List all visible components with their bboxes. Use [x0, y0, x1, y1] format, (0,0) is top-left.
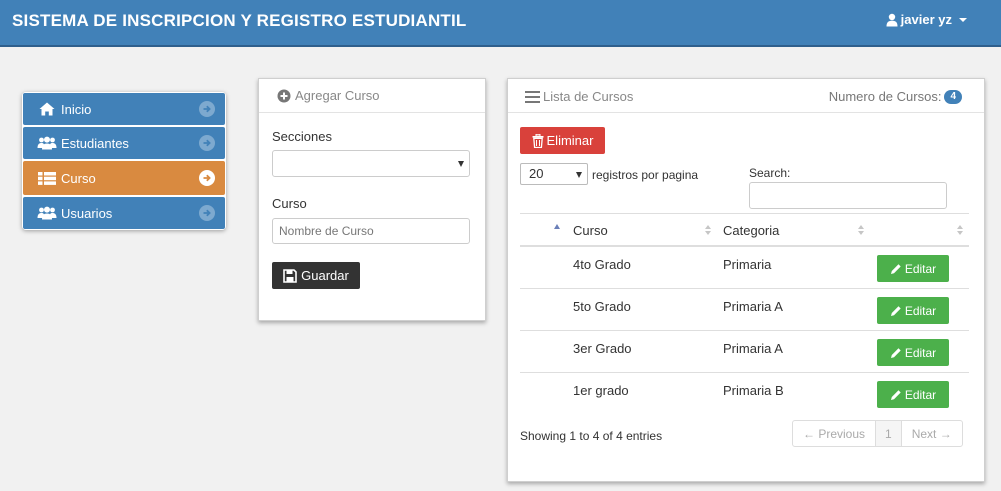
sidebar-item-label: Estudiantes	[61, 135, 129, 151]
table-list-icon	[37, 170, 57, 186]
course-list-panel: Lista de Cursos Numero de Cursos: 4 Elim…	[507, 78, 985, 482]
chevron-down-icon	[576, 172, 582, 178]
sort-asc-icon[interactable]	[554, 224, 560, 229]
top-navbar: SISTEMA DE INSCRIPCION Y REGISTRO ESTUDI…	[0, 0, 1001, 47]
arrow-right-circle-icon	[199, 101, 215, 117]
page-length-value: 20	[529, 166, 544, 181]
user-menu[interactable]: javier yz	[886, 12, 967, 27]
add-course-panel: Agregar Curso Secciones Curso Guardar	[258, 78, 486, 321]
edit-button[interactable]: Editar	[877, 255, 949, 282]
panel-header: Agregar Curso	[259, 79, 485, 113]
course-count: Numero de Cursos: 4	[829, 89, 962, 104]
pencil-icon	[890, 263, 902, 275]
edit-button-label: Editar	[904, 303, 937, 318]
page-button-current[interactable]: 1	[876, 421, 902, 446]
cell-categoria: Primaria B	[723, 383, 784, 398]
sidebar-item-curso[interactable]: Curso	[23, 161, 225, 195]
users-icon	[37, 205, 57, 221]
table-info: Showing 1 to 4 of 4 entries	[520, 429, 663, 443]
sidebar-item-usuarios[interactable]: Usuarios	[23, 197, 225, 229]
table-row: 3er Grado Primaria A Editar	[520, 330, 969, 372]
curso-name-input[interactable]	[272, 218, 470, 244]
arrow-right-circle-icon	[199, 135, 215, 151]
panel-header: Lista de Cursos Numero de Cursos: 4	[508, 79, 984, 113]
user-name: javier yz	[900, 12, 952, 27]
sort-icon[interactable]	[858, 225, 864, 235]
column-header-curso[interactable]: Curso	[573, 223, 608, 238]
column-header-categoria[interactable]: Categoria	[723, 223, 779, 238]
chevron-down-icon	[458, 161, 464, 167]
arrow-right-circle-icon	[199, 205, 215, 221]
secciones-label: Secciones	[272, 129, 332, 144]
sidebar-item-estudiantes[interactable]: Estudiantes	[23, 127, 225, 159]
table-row: 5to Grado Primaria A Editar	[520, 288, 969, 330]
count-badge: 4	[944, 89, 962, 104]
cell-curso: 3er Grado	[573, 341, 632, 356]
table-row: 1er grado Primaria B Editar	[520, 372, 969, 414]
page-length-select[interactable]: 20	[520, 163, 588, 185]
pagination: ← Previous 1 Next →	[792, 420, 963, 447]
arrow-right-circle-icon	[199, 170, 215, 186]
sort-icon[interactable]	[957, 225, 963, 235]
cell-curso: 5to Grado	[573, 299, 631, 314]
delete-button-label: Eliminar	[546, 133, 594, 148]
pencil-icon	[890, 347, 902, 359]
home-icon	[37, 101, 57, 117]
trash-icon	[532, 133, 544, 148]
edit-button[interactable]: Editar	[877, 339, 949, 366]
plus-circle-icon	[277, 89, 291, 103]
pencil-icon	[890, 389, 902, 401]
next-page-button[interactable]: Next →	[902, 421, 962, 446]
previous-page-button[interactable]: ← Previous	[793, 421, 877, 446]
chevron-down-icon	[959, 18, 967, 22]
course-table: Curso Categoria 4to Grado Primaria Edita…	[520, 213, 969, 414]
cell-categoria: Primaria A	[723, 341, 783, 356]
search-input[interactable]	[749, 182, 947, 209]
sidebar-item-label: Usuarios	[61, 205, 113, 221]
save-button-label: Guardar	[301, 268, 349, 283]
pencil-icon	[890, 305, 902, 317]
user-icon	[886, 13, 898, 27]
table-row: 4to Grado Primaria Editar	[520, 246, 969, 288]
panel-title: Agregar Curso	[295, 88, 380, 103]
delete-button[interactable]: Eliminar	[520, 127, 605, 154]
cell-curso: 1er grado	[573, 383, 629, 398]
sort-icon[interactable]	[705, 225, 711, 235]
sidebar-item-label: Inicio	[61, 101, 92, 117]
floppy-disk-icon	[283, 268, 297, 283]
cell-categoria: Primaria A	[723, 299, 783, 314]
users-icon	[37, 135, 57, 151]
curso-label: Curso	[272, 196, 307, 211]
edit-button[interactable]: Editar	[877, 297, 949, 324]
secciones-select[interactable]	[272, 150, 470, 177]
edit-button-label: Editar	[904, 387, 937, 402]
panel-title: Lista de Cursos	[543, 89, 634, 104]
table-header: Curso Categoria	[520, 213, 969, 246]
edit-button-label: Editar	[904, 345, 937, 360]
search-label: Search:	[749, 166, 791, 180]
edit-button-label: Editar	[904, 261, 937, 276]
edit-button[interactable]: Editar	[877, 381, 949, 408]
sidebar-item-label: Curso	[61, 170, 96, 186]
app-title: SISTEMA DE INSCRIPCION Y REGISTRO ESTUDI…	[12, 11, 467, 30]
list-icon	[525, 90, 540, 103]
save-button[interactable]: Guardar	[272, 262, 360, 289]
list-title-wrap: Lista de Cursos	[525, 89, 633, 104]
page-length-label: registros por pagina	[592, 168, 699, 182]
cell-categoria: Primaria	[723, 257, 772, 272]
cell-curso: 4to Grado	[573, 257, 631, 272]
count-label: Numero de Cursos:	[828, 89, 942, 104]
sidebar: Inicio Estudiantes Curso Usuarios	[22, 92, 226, 230]
sidebar-item-inicio[interactable]: Inicio	[23, 93, 225, 125]
